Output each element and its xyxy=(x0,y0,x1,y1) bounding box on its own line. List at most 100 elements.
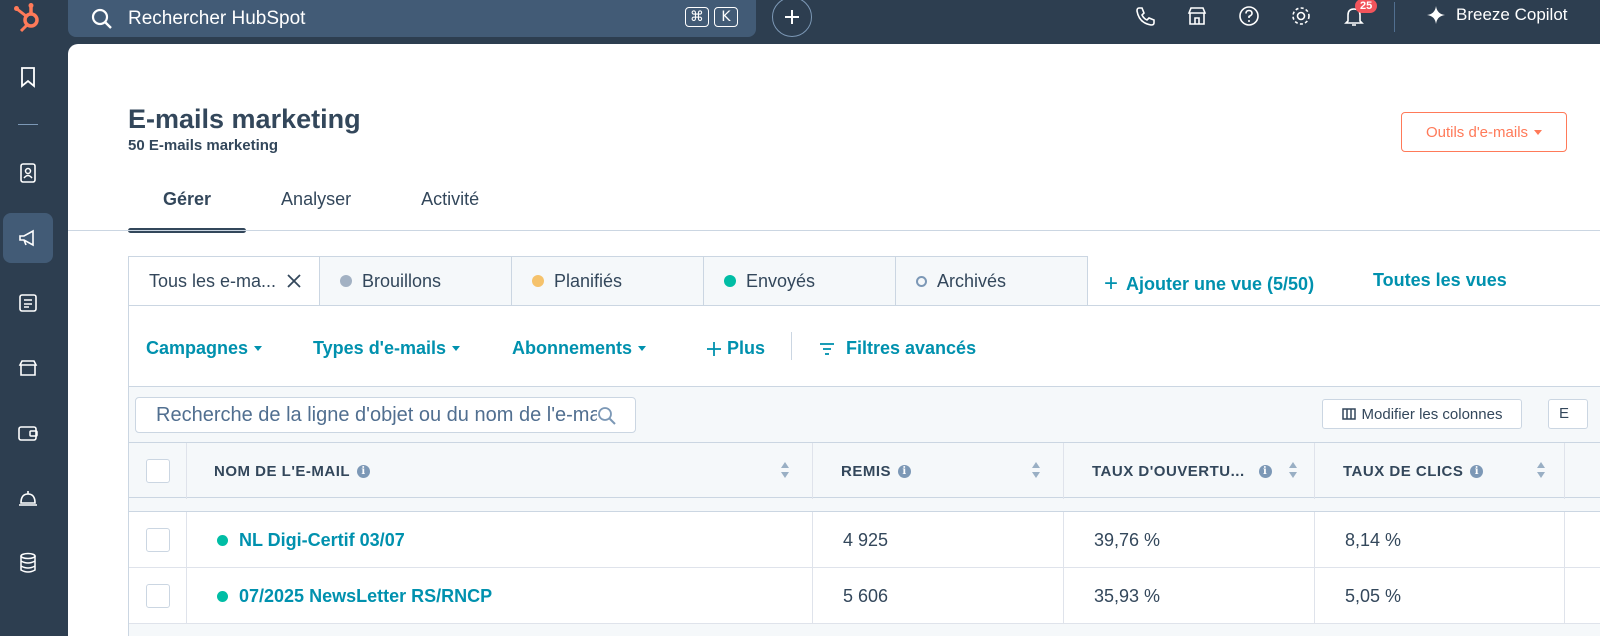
filter-icon xyxy=(820,342,834,355)
email-name-cell: 07/2025 NewsLetter RS/RNCP xyxy=(187,568,813,624)
top-navigation-bar: Rechercher HubSpot ⌘ K 25 Breeze Copilot xyxy=(0,0,1600,44)
table-action-button[interactable]: E xyxy=(1548,399,1588,429)
service-bell-icon[interactable] xyxy=(3,473,53,523)
view-tab-label: Tous les e-ma... xyxy=(149,270,277,291)
sort-icon[interactable] xyxy=(1536,461,1546,479)
view-tab-all-emails[interactable]: Tous les e-ma... xyxy=(128,256,320,306)
tab-analyze[interactable]: Analyser xyxy=(246,177,386,231)
advanced-filters-button[interactable]: Filtres avancés xyxy=(819,338,976,359)
more-filters-button[interactable]: Plus xyxy=(706,338,765,359)
chevron-down-icon xyxy=(254,346,263,351)
sort-icon[interactable] xyxy=(1031,461,1041,479)
table-row[interactable]: NL Digi-Certif 03/07 4 925 39,76 % 8,14 … xyxy=(129,512,1600,568)
archived-status-dot xyxy=(916,275,927,287)
notification-count-badge: 25 xyxy=(1355,0,1378,13)
email-name-link[interactable]: 07/2025 NewsLetter RS/RNCP xyxy=(239,586,492,607)
subscriptions-filter-label: Abonnements xyxy=(512,338,633,358)
drafts-status-dot xyxy=(340,275,352,287)
campaigns-filter-label: Campagnes xyxy=(146,338,249,358)
tabs-divider xyxy=(68,230,1600,231)
view-tab-sent[interactable]: Envoyés xyxy=(704,256,896,306)
sent-status-dot xyxy=(217,534,228,546)
database-icon[interactable] xyxy=(3,538,53,588)
view-tab-drafts[interactable]: Brouillons xyxy=(320,256,512,306)
search-icon xyxy=(91,8,112,29)
topbar-divider xyxy=(1394,2,1395,32)
breeze-copilot-button[interactable]: Breeze Copilot xyxy=(1426,5,1568,25)
click-rate-cell: 5,05 % xyxy=(1315,568,1565,624)
info-icon[interactable]: i xyxy=(898,464,912,478)
scheduled-status-dot xyxy=(532,275,544,287)
table-search-placeholder: Recherche de la ligne d'objet ou du nom … xyxy=(156,403,610,426)
all-views-link[interactable]: Toutes les vues xyxy=(1373,270,1507,291)
sort-icon[interactable] xyxy=(1288,461,1298,479)
marketplace-icon[interactable] xyxy=(1186,5,1208,27)
email-tools-dropdown-button[interactable]: Outils d'e-mails xyxy=(1401,112,1567,152)
column-header-label: NOM DE L'E-MAIL xyxy=(214,462,351,480)
help-icon[interactable] xyxy=(1238,5,1260,27)
table-header: NOM DE L'E-MAIL i REMIS i TAUX D'OUVERTU… xyxy=(129,442,1600,499)
sent-status-dot xyxy=(217,590,228,602)
marketing-megaphone-icon[interactable] xyxy=(3,213,53,263)
close-icon[interactable] xyxy=(287,274,301,288)
view-tab-scheduled[interactable]: Planifiés xyxy=(512,256,704,306)
campaigns-filter-dropdown[interactable]: Campagnes xyxy=(146,338,263,359)
delivered-cell: 5 606 xyxy=(813,568,1064,624)
row-select-cell xyxy=(129,568,187,624)
column-header-email-name[interactable]: NOM DE L'E-MAIL i xyxy=(187,443,813,499)
wallet-icon[interactable] xyxy=(3,408,53,458)
phone-icon[interactable] xyxy=(1134,5,1156,27)
edit-columns-button[interactable]: Modifier les colonnes xyxy=(1322,399,1522,429)
view-tab-label: Planifiés xyxy=(554,270,623,291)
hubspot-logo-icon[interactable] xyxy=(12,2,46,36)
global-search-placeholder: Rechercher HubSpot xyxy=(128,7,306,29)
row-checkbox[interactable] xyxy=(145,528,170,552)
view-tab-label: Archivés xyxy=(937,270,1007,291)
sort-icon[interactable] xyxy=(780,461,790,479)
plus-icon xyxy=(707,341,721,356)
commerce-icon[interactable] xyxy=(3,343,53,393)
breeze-copilot-label: Breeze Copilot xyxy=(1456,5,1568,24)
search-icon xyxy=(597,406,617,426)
email-count-subtitle: 50 E-mails marketing xyxy=(128,137,279,154)
delivered-cell: 4 925 xyxy=(813,512,1064,568)
filter-bar: Campagnes Types d'e-mails Abonnements Pl… xyxy=(128,305,1600,389)
column-header-label: REMIS xyxy=(841,462,892,480)
select-all-checkbox[interactable] xyxy=(145,459,170,483)
content-icon[interactable] xyxy=(3,278,53,328)
table-row[interactable]: 07/2025 NewsLetter RS/RNCP 5 606 35,93 %… xyxy=(129,568,1600,624)
more-filters-label: Plus xyxy=(727,338,766,358)
k-key-hint: K xyxy=(714,7,738,27)
info-icon[interactable]: i xyxy=(357,464,371,478)
bookmarks-icon[interactable] xyxy=(3,52,53,102)
sent-status-dot xyxy=(724,275,736,287)
info-icon[interactable]: i xyxy=(1258,464,1272,478)
page-title: E-mails marketing xyxy=(128,104,361,134)
view-tab-archived[interactable]: Archivés xyxy=(896,256,1088,306)
column-header-click-rate[interactable]: TAUX DE CLICS i xyxy=(1315,443,1565,499)
global-search-bar[interactable]: Rechercher HubSpot ⌘ K xyxy=(68,0,756,37)
columns-icon xyxy=(1341,408,1356,420)
email-types-filter-dropdown[interactable]: Types d'e-mails xyxy=(313,338,460,359)
click-rate-cell: 8,14 % xyxy=(1315,512,1565,568)
primary-tabs: Gérer Analyser Activité xyxy=(128,177,514,233)
chevron-down-icon xyxy=(638,346,647,351)
open-rate-cell: 35,93 % xyxy=(1064,568,1315,624)
table-search-input[interactable]: Recherche de la ligne d'objet ou du nom … xyxy=(135,397,636,433)
info-icon[interactable]: i xyxy=(1470,464,1484,478)
tab-manage[interactable]: Gérer xyxy=(128,177,247,233)
subscriptions-filter-dropdown[interactable]: Abonnements xyxy=(512,338,647,359)
plus-icon xyxy=(785,10,799,24)
tab-activity[interactable]: Activité xyxy=(386,177,514,231)
column-header-open-rate[interactable]: TAUX D'OUVERTU... i xyxy=(1064,443,1315,499)
column-header-delivered[interactable]: REMIS i xyxy=(813,443,1064,499)
contacts-icon[interactable] xyxy=(3,148,53,198)
email-name-link[interactable]: NL Digi-Certif 03/07 xyxy=(239,530,405,551)
advanced-filters-label: Filtres avancés xyxy=(846,338,977,358)
row-select-cell xyxy=(129,512,187,568)
create-new-button[interactable] xyxy=(772,0,812,37)
row-checkbox[interactable] xyxy=(145,584,170,608)
add-view-button[interactable]: + Ajouter une vue (5/50) xyxy=(1104,270,1314,298)
emails-table-section: Recherche de la ligne d'objet ou du nom … xyxy=(128,386,1600,636)
settings-gear-icon[interactable] xyxy=(1290,5,1312,27)
